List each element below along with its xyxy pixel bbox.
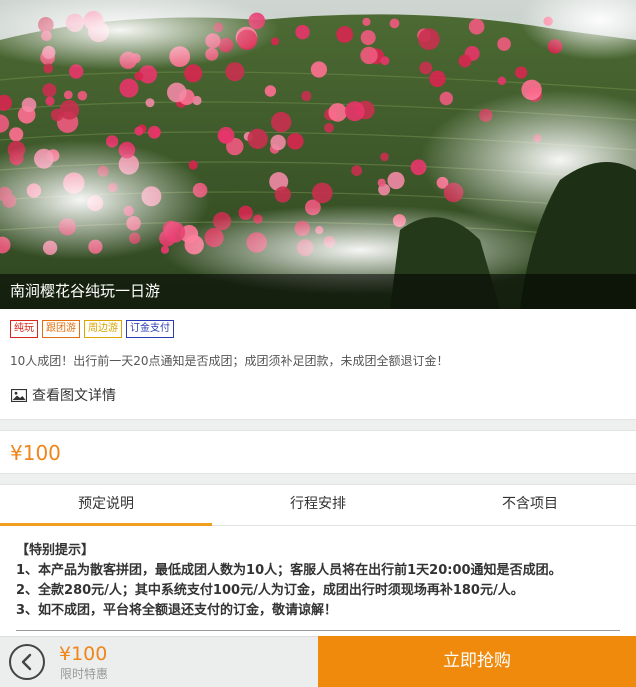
tab-excluded-items[interactable]: 不含项目 [424,485,636,525]
tag-deposit-payment: 订金支付 [126,320,174,338]
blossom-tree [42,83,57,98]
blossom-tree [419,61,433,75]
tag-list: 纯玩 跟团游 周边游 订金支付 [10,320,174,338]
blossom-tree [50,108,64,122]
blossom-tree [344,101,365,122]
blossom-tree [217,126,235,144]
blossom-tree [270,134,286,151]
blossom-tree [77,90,88,101]
blossom-tree [468,18,485,35]
blossom-tree [360,30,376,46]
blossom-tree [362,17,371,26]
blossom-tree [21,97,37,113]
tag-pure-play: 纯玩 [10,320,38,338]
blossom-tree [301,90,312,102]
blossom-tree [458,54,472,68]
bottom-price: ¥100 [59,643,108,665]
blossom-tree [167,82,187,103]
blossom-tree [351,165,363,177]
blossom-tree [380,152,389,162]
blossom-tree [387,171,405,190]
hero-image: 南涧樱花谷纯玩一日游 [0,0,636,309]
blossom-tree [271,111,292,133]
tag-group-tour: 跟团游 [42,320,80,338]
blossom-tree [9,127,24,142]
blossom-tree [515,66,528,79]
blossom-tree [312,182,333,204]
chevron-left-icon [21,653,32,671]
blossom-tree [324,123,334,133]
blossom-tree [336,26,354,43]
blossom-tree [134,126,144,136]
blossom-tree [310,61,327,78]
tab-bar: 预定说明 行程安排 不含项目 [0,484,636,526]
product-price: ¥100 [10,441,61,465]
blossom-tree [295,24,310,40]
blossom-tree [247,128,268,149]
blossom-tree [63,90,73,100]
blossom-tree [274,186,291,203]
bottom-action-bar: ¥100 限时特惠 立即抢购 [0,636,636,687]
view-details-link[interactable]: 查看图文详情 [11,385,116,405]
blossom-tree [360,46,378,65]
blossom-tree [429,70,446,88]
back-button[interactable] [9,644,45,680]
product-info-card: 纯玩 跟团游 周边游 订金支付 10人成团！出行前一天20点通知是否成团；成团须… [0,309,636,420]
blossom-tree [134,71,144,81]
tab-booking-notes[interactable]: 预定说明 [0,485,212,526]
image-icon [11,388,27,402]
notice-title: 【特别提示】 [16,543,95,558]
blossom-tree [287,133,304,150]
tab-itinerary[interactable]: 行程安排 [212,485,424,525]
divider [16,630,620,631]
hero-caption: 南涧樱花谷纯玩一日游 [0,274,636,309]
tag-nearby-tour: 周边游 [84,320,122,338]
blossom-tree [418,28,440,50]
notice-line: 2、全款280元/人；其中系统支付100元/人为订金，成团出行时须现场再补180… [16,583,524,598]
bottom-price-area: ¥100 限时特惠 [0,636,318,687]
blossom-tree [45,96,55,106]
notice-line: 3、如不成团，平台将全额退还支付的订金，敬请谅解！ [16,603,338,618]
limited-offer-label: 限时特惠 [60,667,109,681]
blossom-tree [184,64,203,83]
blossom-tree [147,125,161,139]
blossom-tree [328,103,348,122]
buy-now-button[interactable]: 立即抢购 [318,636,636,687]
blossom-tree [264,85,277,97]
blossom-tree [225,62,245,82]
hero-photo [0,0,636,309]
blossom-tree [439,91,453,106]
blossom-tree [119,78,139,98]
view-details-label: 查看图文详情 [32,388,116,404]
product-description: 10人成团！出行前一天20点通知是否成团；成团须补足团款，未成团全额退订金！ [10,354,449,368]
blossom-tree [497,37,511,51]
notice-line: 1、本产品为散客拼团，最低成团人数为10人；客服人员将在出行前1天20:00通知… [16,563,562,578]
blossom-tree [389,18,400,29]
blossom-tree [380,56,390,66]
price-card: ¥100 [0,430,636,474]
blossom-tree [497,76,507,86]
blossom-tree [145,98,155,108]
tab-content: 【特别提示】 1、本产品为散客拼团，最低成团人数为10人；客服人员将在出行前1天… [0,526,636,636]
blossom-tree [377,178,386,187]
